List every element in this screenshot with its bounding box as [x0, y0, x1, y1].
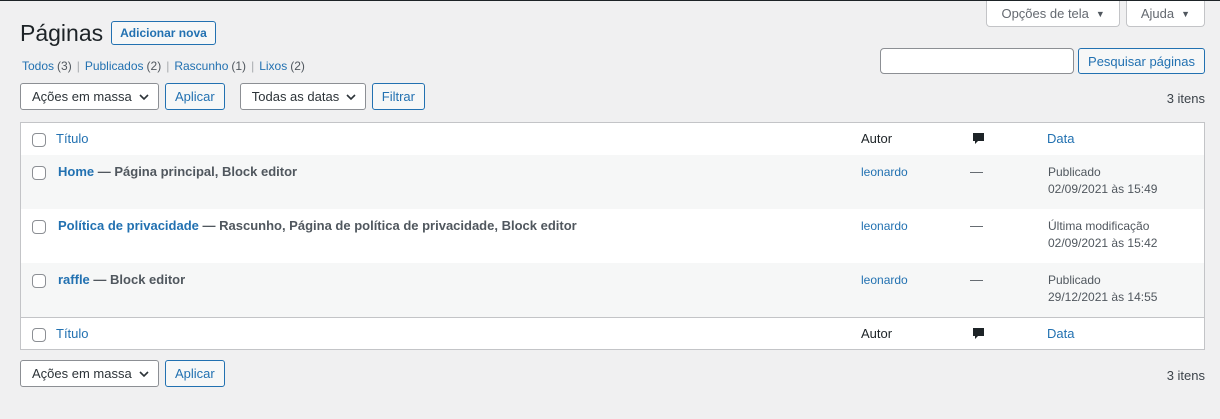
column-author: Autor — [861, 131, 893, 146]
date-status: Publicado — [1048, 165, 1101, 179]
view-trash-count: (2) — [290, 59, 305, 73]
date-value: 29/12/2021 às 14:55 — [1048, 290, 1158, 304]
apply-button[interactable]: Aplicar — [165, 360, 225, 387]
caret-down-icon: ▼ — [1095, 8, 1105, 19]
bulk-actions-select[interactable]: Ações em massa — [20, 360, 159, 387]
chevron-down-icon — [346, 93, 356, 100]
pages-table: Título Autor Data Home — Página principa… — [20, 122, 1205, 350]
bulk-actions-value: Ações em massa — [32, 89, 132, 104]
chevron-down-icon — [139, 93, 149, 100]
select-all-checkbox[interactable] — [32, 133, 46, 147]
comments-cell: — — [970, 272, 983, 287]
view-draft-link[interactable]: Rascunho — [174, 59, 228, 73]
help-button[interactable]: Ajuda ▼ — [1125, 1, 1205, 27]
date-status: Última modificação — [1048, 219, 1150, 233]
date-cell: Publicado 02/09/2021 às 15:49 — [1048, 164, 1157, 198]
row-checkbox[interactable] — [32, 220, 46, 234]
view-published-link[interactable]: Publicados — [85, 59, 144, 73]
tablenav-bottom: Ações em massa Aplicar — [20, 360, 225, 387]
post-states: — Página principal, Block editor — [94, 164, 298, 179]
items-count: 3 itens — [1166, 91, 1205, 106]
filter-button[interactable]: Filtrar — [371, 83, 425, 110]
title-cell: Home — Página principal, Block editor — [58, 164, 297, 179]
date-status: Publicado — [1048, 273, 1101, 287]
column-title-sort[interactable]: Título — [56, 326, 89, 341]
bulk-actions-select[interactable]: Ações em massa — [20, 83, 159, 110]
page-title-link[interactable]: Política de privacidade — [58, 218, 199, 233]
page-title: Páginas — [20, 19, 104, 46]
table-header: Título Autor Data — [21, 123, 1204, 156]
title-cell: Política de privacidade — Rascunho, Pági… — [58, 218, 577, 233]
column-title-sort[interactable]: Título — [56, 131, 89, 146]
screen-options-button[interactable]: Opções de tela ▼ — [986, 1, 1120, 27]
page-header: Páginas Adicionar nova — [20, 21, 216, 45]
search-pages-button[interactable]: Pesquisar páginas — [1078, 48, 1205, 74]
comment-icon — [972, 327, 985, 344]
screen-options-label: Opções de tela — [1001, 6, 1089, 21]
column-date-sort[interactable]: Data — [1047, 326, 1074, 341]
view-all-link[interactable]: Todos — [22, 59, 54, 73]
status-filter-links: Todos (3) | Publicados (2) | Rascunho (1) |… — [22, 59, 305, 73]
view-published-count: (2) — [146, 59, 162, 73]
post-states: — Rascunho, Página de política de privac… — [198, 218, 577, 233]
table-row: Política de privacidade — Rascunho, Pági… — [21, 209, 1204, 263]
view-trash-link[interactable]: Lixos — [259, 59, 287, 73]
screen-meta-links: Opções de tela ▼ Ajuda ▼ — [986, 1, 1205, 27]
select-all-checkbox[interactable] — [32, 328, 46, 342]
caret-down-icon: ▼ — [1181, 8, 1190, 19]
table-row: raffle — Block editor leonardo — Publica… — [21, 263, 1204, 317]
page-title-link[interactable]: raffle — [58, 272, 90, 287]
help-label: Ajuda — [1140, 6, 1175, 21]
date-cell: Publicado 29/12/2021 às 14:55 — [1048, 272, 1157, 306]
separator: | — [251, 59, 255, 73]
column-author: Autor — [861, 326, 893, 341]
author-link[interactable]: leonardo — [861, 219, 908, 233]
view-draft-count: (1) — [231, 59, 247, 73]
post-states: — Block editor — [89, 272, 186, 287]
add-new-button[interactable]: Adicionar nova — [111, 21, 216, 45]
table-row: Home — Página principal, Block editor le… — [21, 155, 1204, 209]
date-value: 02/09/2021 às 15:49 — [1048, 182, 1158, 196]
table-footer: Título Autor Data — [21, 317, 1204, 350]
search-box: Pesquisar páginas — [880, 48, 1205, 74]
row-checkbox[interactable] — [32, 166, 46, 180]
apply-button[interactable]: Aplicar — [165, 83, 225, 110]
date-value: 02/09/2021 às 15:42 — [1048, 236, 1158, 250]
bulk-actions-value: Ações em massa — [32, 366, 132, 381]
comments-cell: — — [970, 164, 983, 179]
view-all-count: (3) — [57, 59, 72, 73]
row-checkbox[interactable] — [32, 274, 46, 288]
title-cell: raffle — Block editor — [58, 272, 185, 287]
page-title-link[interactable]: Home — [58, 164, 94, 179]
date-filter-value: Todas as datas — [251, 89, 340, 104]
date-cell: Última modificação 02/09/2021 às 15:42 — [1048, 218, 1157, 252]
comments-cell: — — [970, 218, 983, 233]
author-link[interactable]: leonardo — [861, 273, 908, 287]
items-count: 3 itens — [1166, 368, 1205, 383]
separator: | — [76, 59, 80, 73]
search-input[interactable] — [880, 48, 1075, 74]
separator: | — [166, 59, 170, 73]
date-filter-select[interactable]: Todas as datas — [239, 83, 366, 110]
column-date-sort[interactable]: Data — [1047, 131, 1074, 146]
chevron-down-icon — [139, 370, 149, 377]
author-link[interactable]: leonardo — [861, 165, 908, 179]
tablenav-top: Ações em massa Aplicar Todas as datas Fi… — [20, 83, 425, 110]
comment-icon — [972, 132, 985, 149]
